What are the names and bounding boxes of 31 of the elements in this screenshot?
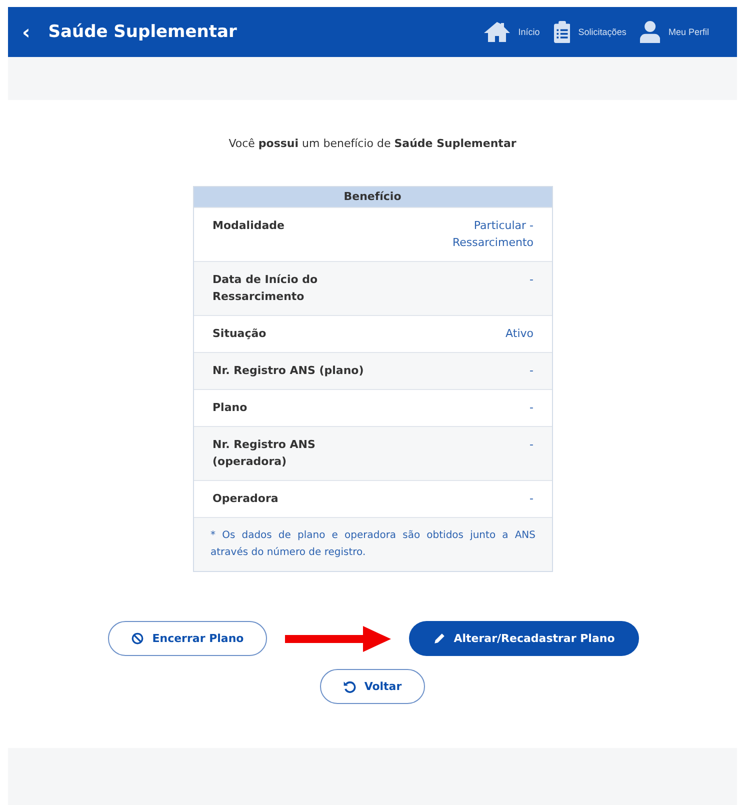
field-value: -	[528, 363, 534, 379]
back-button[interactable]: Voltar	[320, 669, 425, 704]
intro-text: Você possui um benefício de Saúde Suplementar	[228, 137, 516, 150]
clipboard-icon	[554, 21, 570, 43]
field-label: Plano	[212, 400, 248, 416]
nav-item[interactable]: Meu Perfil	[640, 21, 709, 43]
field-label: Operadora	[212, 491, 280, 507]
field-value: Ativo	[504, 326, 534, 342]
ban-icon	[131, 632, 144, 645]
field-label: Modalidade	[212, 218, 286, 234]
back-button[interactable]: ‹	[8, 20, 30, 44]
field-label: Situação	[212, 326, 268, 342]
footnote-text: * Os dados de plano e operadora são obtidos junto a ANS através do número de registro.	[210, 529, 536, 560]
page-title: Saúde Suplementar	[48, 22, 237, 42]
home-icon	[484, 21, 510, 43]
field-value: -	[528, 272, 534, 288]
nav-item[interactable]: Solicitações	[554, 21, 626, 43]
table-heading: Benefício	[194, 187, 552, 207]
field-value: -	[528, 437, 534, 453]
undo-icon	[343, 680, 356, 693]
field-label: Nr. Registro ANS (operadora)	[212, 437, 316, 470]
field-value: -	[528, 400, 534, 416]
user-icon	[640, 21, 660, 43]
end-plan-button[interactable]: Encerrar Plano	[108, 621, 267, 656]
pencil-icon	[432, 632, 446, 645]
field-value: Particular - Ressarcimento	[451, 218, 534, 251]
field-label: Data de Início do Ressarcimento	[212, 272, 319, 305]
nav-item[interactable]: Início	[484, 21, 540, 43]
field-value: -	[528, 491, 534, 507]
field-label: Nr. Registro ANS (plano)	[212, 363, 365, 379]
edit-button[interactable]: Alterar/Recadastrar Plano	[408, 621, 639, 656]
